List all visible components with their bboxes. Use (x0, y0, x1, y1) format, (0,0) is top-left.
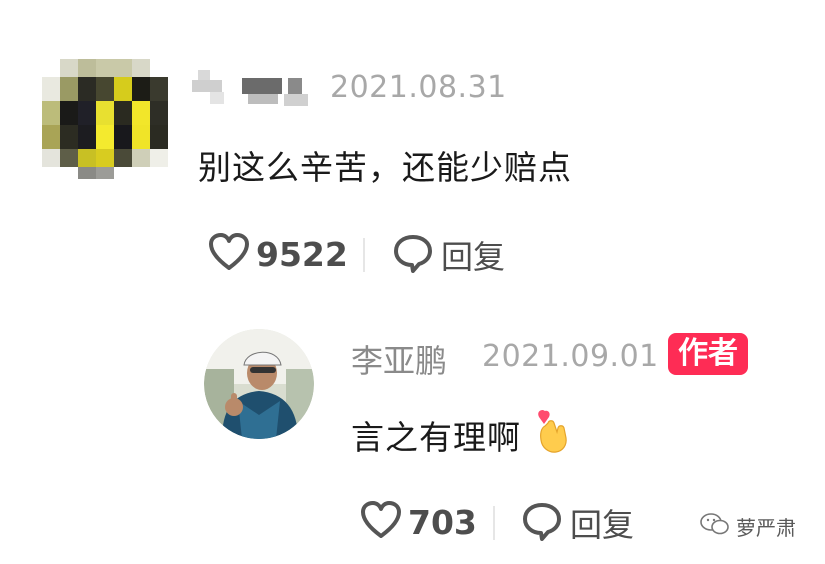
reply-text-row: 言之有理啊 (351, 408, 569, 462)
watermark: 萝严肃 (700, 512, 796, 541)
reply-reply-button[interactable]: 回复 (522, 500, 634, 546)
user-avatar-pixelated[interactable] (42, 59, 168, 179)
wechat-icon (700, 512, 730, 541)
comment-bubble-icon (522, 501, 562, 545)
heart-icon (360, 500, 402, 544)
action-divider (363, 238, 365, 272)
reply-like-button[interactable]: 703 (360, 500, 477, 544)
like-button[interactable]: 9522 (208, 232, 348, 276)
author-name[interactable]: 李亚鹏 (351, 336, 447, 382)
reply-label: 回复 (441, 238, 506, 276)
comment-bubble-icon (393, 233, 433, 277)
action-divider (493, 506, 495, 540)
watermark-text: 萝严肃 (736, 516, 796, 540)
author-avatar[interactable] (204, 329, 314, 439)
like-count: 9522 (256, 234, 348, 274)
username-blurred[interactable] (192, 66, 322, 112)
comment-text: 别这么辛苦，还能少赔点 (198, 148, 572, 187)
reply-like-count: 703 (408, 502, 477, 542)
reply-button[interactable]: 回复 (393, 232, 505, 278)
reply-date: 2021.09.01 (482, 339, 659, 374)
heart-hands-icon (535, 408, 569, 462)
reply-text: 言之有理啊 (351, 418, 521, 457)
reply-label: 回复 (570, 506, 635, 544)
author-badge: 作者 (668, 333, 748, 375)
heart-icon (208, 232, 250, 276)
comment-date: 2021.08.31 (330, 70, 507, 105)
